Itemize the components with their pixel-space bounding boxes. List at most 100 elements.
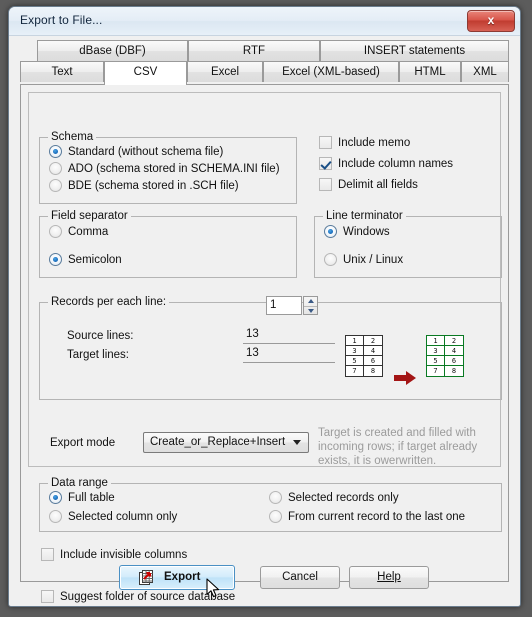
grid-cell: 7 bbox=[346, 366, 364, 376]
radio-indicator bbox=[49, 491, 62, 504]
records-per-line-input[interactable]: 1 bbox=[266, 296, 302, 315]
radio-range-from-current[interactable]: From current record to the last one bbox=[269, 510, 465, 523]
checkbox-include-invisible-columns[interactable]: Include invisible columns bbox=[41, 548, 187, 561]
checkbox-label: Delimit all fields bbox=[338, 178, 418, 191]
grid-cell: 3 bbox=[346, 346, 364, 356]
tab-xml[interactable]: XML bbox=[461, 61, 509, 82]
radio-range-selected-records[interactable]: Selected records only bbox=[269, 491, 399, 504]
checkbox-indicator bbox=[319, 157, 332, 170]
tab-excel[interactable]: Excel bbox=[187, 61, 263, 82]
export-button[interactable]: Export bbox=[119, 565, 235, 590]
grid-cell: 5 bbox=[427, 356, 445, 366]
checkbox-label: Include memo bbox=[338, 136, 411, 149]
grid-cell: 6 bbox=[445, 356, 463, 366]
format-tabs: dBase (DBF) RTF INSERT statements Text C… bbox=[20, 40, 509, 603]
help-button-label: Help bbox=[377, 571, 401, 583]
radio-label: Selected records only bbox=[288, 491, 399, 504]
csv-tab-panel: Schema Standard (without schema file) AD… bbox=[20, 84, 509, 603]
title-bar: Export to File... x bbox=[9, 7, 520, 36]
checkbox-label: Include invisible columns bbox=[60, 548, 188, 561]
radio-separator-comma[interactable]: Comma bbox=[49, 225, 108, 238]
export-mode-value: Create_or_Replace+Insert bbox=[150, 436, 286, 448]
radio-label: BDE (schema stored in .SCH file) bbox=[68, 179, 239, 192]
radio-label: Selected column only bbox=[68, 510, 178, 523]
export-mode-select[interactable]: Create_or_Replace+Insert bbox=[143, 432, 309, 453]
grid-cell: 5 bbox=[346, 356, 364, 366]
radio-indicator bbox=[49, 179, 62, 192]
tab-insert-statements[interactable]: INSERT statements bbox=[320, 40, 509, 61]
stepper-up[interactable] bbox=[304, 297, 317, 306]
radio-indicator bbox=[269, 510, 282, 523]
help-button[interactable]: Help bbox=[349, 566, 429, 589]
radio-range-full-table[interactable]: Full table bbox=[49, 491, 115, 504]
checkbox-include-memo[interactable]: Include memo bbox=[319, 136, 410, 149]
radio-indicator bbox=[49, 145, 62, 158]
window-title: Export to File... bbox=[20, 13, 103, 27]
checkbox-indicator bbox=[319, 136, 332, 149]
radio-label: Full table bbox=[68, 491, 115, 504]
grid-cell: 1 bbox=[346, 336, 364, 346]
grid-cell: 7 bbox=[427, 366, 445, 376]
chevron-down-icon bbox=[307, 308, 314, 313]
target-lines-value: 13 bbox=[243, 346, 335, 363]
grid-cell: 2 bbox=[364, 336, 382, 346]
radio-range-selected-column[interactable]: Selected column only bbox=[49, 510, 177, 523]
schema-legend: Schema bbox=[48, 131, 97, 143]
radio-indicator bbox=[49, 510, 62, 523]
radio-terminator-unix[interactable]: Unix / Linux bbox=[324, 253, 403, 266]
checkbox-suggest-folder[interactable]: Suggest folder of source database bbox=[41, 590, 235, 603]
radio-label: Unix / Linux bbox=[343, 253, 404, 266]
checkbox-include-column-names[interactable]: Include column names bbox=[319, 157, 453, 170]
radio-indicator bbox=[324, 253, 337, 266]
radio-label: From current record to the last one bbox=[288, 510, 466, 523]
cancel-button[interactable]: Cancel bbox=[260, 566, 340, 589]
cancel-button-label: Cancel bbox=[282, 571, 318, 583]
grid-cell: 4 bbox=[445, 346, 463, 356]
tab-text[interactable]: Text bbox=[20, 61, 104, 82]
export-mode-label: Export mode bbox=[50, 437, 116, 449]
radio-schema-standard[interactable]: Standard (without schema file) bbox=[49, 145, 223, 158]
tab-rtf[interactable]: RTF bbox=[188, 40, 320, 61]
close-icon: x bbox=[487, 13, 495, 27]
radio-separator-semicolon[interactable]: Semicolon bbox=[49, 253, 122, 266]
tab-excel-xml[interactable]: Excel (XML-based) bbox=[263, 61, 399, 82]
records-per-line-legend: Records per each line: bbox=[48, 296, 170, 308]
radio-indicator bbox=[324, 225, 337, 238]
target-lines-label: Target lines: bbox=[67, 349, 130, 361]
checkbox-indicator bbox=[41, 590, 54, 603]
radio-schema-ado[interactable]: ADO (schema stored in SCHEMA.INI file) bbox=[49, 162, 280, 175]
target-grid-icon: 1 2 3 4 5 6 7 8 bbox=[426, 335, 464, 377]
data-range-legend: Data range bbox=[48, 477, 111, 489]
radio-schema-bde[interactable]: BDE (schema stored in .SCH file) bbox=[49, 179, 239, 192]
checkbox-indicator bbox=[41, 548, 54, 561]
checkbox-label: Include column names bbox=[338, 157, 454, 170]
source-grid-icon: 1 2 3 4 5 6 7 8 bbox=[345, 335, 383, 377]
tab-html[interactable]: HTML bbox=[399, 61, 461, 82]
source-lines-label: Source lines: bbox=[67, 330, 134, 342]
radio-label: Semicolon bbox=[68, 253, 122, 266]
radio-indicator bbox=[49, 253, 62, 266]
grid-cell: 1 bbox=[427, 336, 445, 346]
radio-indicator bbox=[49, 162, 62, 175]
close-button[interactable]: x bbox=[467, 10, 515, 32]
source-lines-value: 13 bbox=[243, 327, 335, 344]
chevron-down-icon bbox=[293, 440, 301, 445]
export-to-file-dialog: Export to File... x dBase (DBF) RTF INSE… bbox=[8, 6, 521, 607]
grid-cell: 6 bbox=[364, 356, 382, 366]
checkbox-label: Suggest folder of source database bbox=[60, 590, 236, 603]
chevron-up-icon bbox=[307, 299, 314, 304]
stepper-down[interactable] bbox=[304, 305, 317, 316]
radio-terminator-windows[interactable]: Windows bbox=[324, 225, 390, 238]
radio-label: Windows bbox=[343, 225, 390, 238]
radio-label: ADO (schema stored in SCHEMA.INI file) bbox=[68, 162, 280, 175]
dropdown-arrow[interactable] bbox=[289, 433, 305, 452]
records-per-line-stepper[interactable] bbox=[303, 296, 318, 315]
export-document-icon bbox=[139, 570, 153, 585]
checkbox-indicator bbox=[319, 178, 332, 191]
tab-dbase[interactable]: dBase (DBF) bbox=[37, 40, 188, 61]
tab-row-top: dBase (DBF) RTF INSERT statements bbox=[20, 40, 509, 62]
tab-csv[interactable]: CSV bbox=[104, 61, 187, 85]
export-button-label: Export bbox=[164, 571, 201, 583]
radio-label: Standard (without schema file) bbox=[68, 145, 224, 158]
checkbox-delimit-all-fields[interactable]: Delimit all fields bbox=[319, 178, 418, 191]
